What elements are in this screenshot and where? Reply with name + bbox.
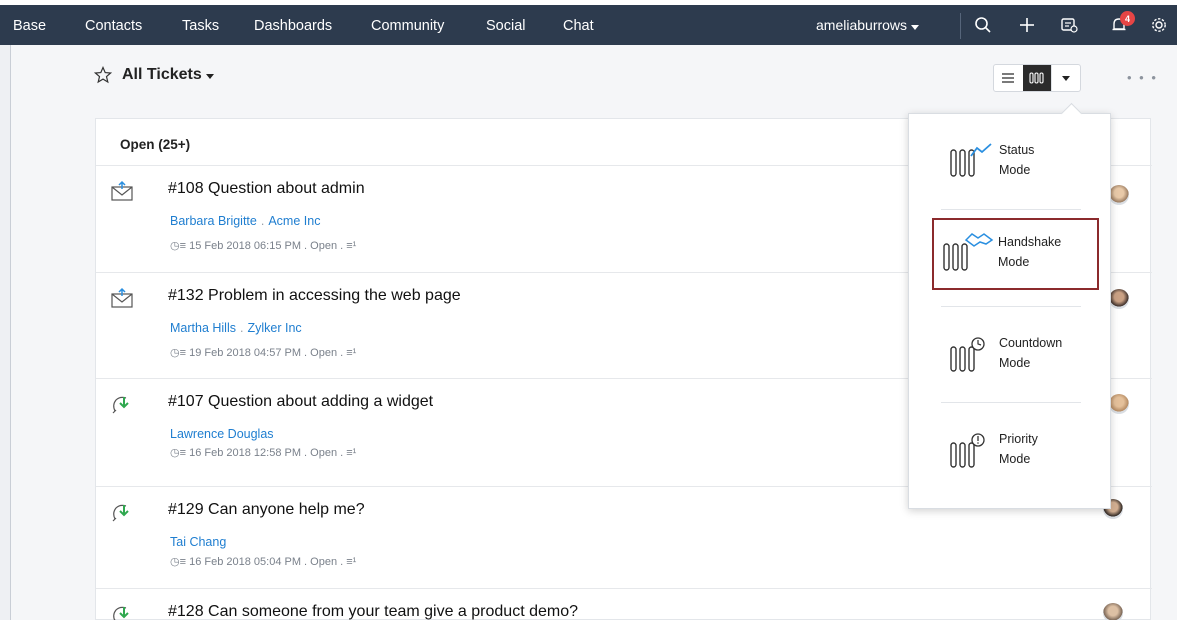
view-selector[interactable]: All Tickets — [122, 66, 214, 84]
chevron-down-icon — [1062, 75, 1071, 81]
divider — [941, 209, 1081, 210]
contact-name[interactable]: Barbara Brigitte — [170, 214, 257, 228]
nav-chat[interactable]: Chat — [563, 18, 594, 34]
countdown-mode-option[interactable]: Countdown Mode — [941, 329, 1086, 385]
notification-badge: 4 — [1120, 11, 1135, 26]
ticket-meta-text: 16 Feb 2018 05:04 PM . Open . — [189, 556, 344, 568]
handshake-mode-option[interactable]: Handshake Mode — [932, 218, 1099, 290]
star-icon[interactable] — [94, 66, 112, 84]
email-channel-icon — [111, 287, 133, 308]
priority-mode-label: Priority Mode — [999, 432, 1038, 466]
divider — [941, 402, 1081, 403]
status-mode-icon — [950, 143, 992, 177]
chevron-down-icon — [911, 25, 920, 30]
user-name: ameliaburrows — [816, 17, 908, 33]
chevron-down-icon — [205, 74, 214, 79]
thread-count-icon: ≡¹ — [343, 556, 357, 568]
ticket-meta: ◷≡ 15 Feb 2018 06:15 PM . Open . ≡¹ — [170, 239, 356, 252]
compose-icon[interactable] — [1058, 14, 1080, 36]
ticket-meta-text: 15 Feb 2018 06:15 PM . Open . — [189, 240, 344, 252]
handshake-mode-icon — [943, 233, 994, 271]
clock-icon: ◷≡ — [170, 447, 190, 459]
plus-icon[interactable] — [1016, 14, 1038, 36]
status-mode-option[interactable]: Status Mode — [941, 136, 1086, 192]
nav-community[interactable]: Community — [371, 18, 444, 34]
nav-base[interactable]: Base — [13, 18, 46, 34]
nav-tasks[interactable]: Tasks — [182, 18, 219, 34]
search-icon[interactable] — [972, 14, 994, 36]
ticket-meta-text: 19 Feb 2018 04:57 PM . Open . — [189, 347, 344, 359]
list-view-button[interactable] — [994, 65, 1023, 91]
divider — [941, 306, 1081, 307]
more-options-button[interactable]: • • • — [1127, 70, 1158, 85]
contact-name[interactable]: Tai Chang — [170, 535, 226, 549]
top-nav-bar: Base Contacts Tasks Dashboards Community… — [0, 0, 1177, 45]
handshake-mode-label: Handshake Mode — [998, 235, 1062, 269]
email-channel-icon — [111, 180, 133, 201]
ticket-contacts: Lawrence Douglas — [170, 427, 274, 441]
forum-channel-icon — [113, 606, 129, 620]
ticket-meta-text: 16 Feb 2018 12:58 PM . Open . — [189, 447, 344, 459]
group-title: Open (25+) — [120, 137, 191, 152]
page-title: All Tickets — [122, 66, 202, 83]
mode-icon — [1029, 72, 1044, 84]
countdown-mode-icon — [950, 337, 985, 372]
clock-icon: ◷≡ — [170, 556, 190, 568]
view-mode-toggle — [993, 64, 1081, 92]
contact-name[interactable]: Lawrence Douglas — [170, 427, 274, 441]
forum-channel-icon — [112, 504, 129, 522]
avatar[interactable] — [1103, 603, 1123, 620]
ticket-meta: ◷≡ 19 Feb 2018 04:57 PM . Open . ≡¹ — [170, 346, 356, 359]
clock-icon: ◷≡ — [170, 240, 190, 252]
countdown-mode-label: Countdown Mode — [999, 336, 1063, 370]
avatar[interactable] — [1109, 185, 1129, 205]
mode-view-button[interactable] — [1022, 65, 1052, 91]
clock-icon: ◷≡ — [170, 347, 190, 359]
ticket-subject[interactable]: #132 Problem in accessing the web page — [168, 287, 461, 305]
ticket-contacts: Tai Chang — [170, 535, 226, 549]
ticket-contacts: Martha Hills. Zylker Inc — [170, 321, 302, 335]
thread-count-icon: ≡¹ — [343, 447, 357, 459]
contact-name[interactable]: Martha Hills — [170, 321, 236, 335]
nav-social[interactable]: Social — [486, 18, 526, 34]
user-menu[interactable]: ameliaburrows — [816, 17, 920, 33]
ticket-subject[interactable]: #128 Can someone from your team give a p… — [168, 603, 578, 620]
account-name[interactable]: Acme Inc — [268, 214, 320, 228]
status-mode-label: Status Mode — [999, 143, 1035, 177]
table-row[interactable]: #128 Can someone from your team give a p… — [96, 588, 1152, 620]
account-name[interactable]: Zylker Inc — [247, 321, 301, 335]
ticket-meta: ◷≡ 16 Feb 2018 12:58 PM . Open . ≡¹ — [170, 446, 356, 459]
thread-count-icon: ≡¹ — [343, 347, 357, 359]
gear-icon[interactable] — [1148, 14, 1170, 36]
ticket-contacts: Barbara Brigitte. Acme Inc — [170, 214, 321, 228]
mode-dropdown-button[interactable] — [1051, 65, 1080, 91]
forum-channel-icon — [112, 396, 129, 414]
nav-contacts[interactable]: Contacts — [85, 18, 142, 34]
list-icon — [1002, 73, 1015, 83]
view-header: All Tickets — [94, 66, 214, 84]
priority-mode-option[interactable]: Priority Mode — [941, 425, 1086, 481]
divider — [960, 13, 961, 39]
priority-mode-icon — [950, 433, 985, 468]
avatar[interactable] — [1109, 289, 1129, 309]
view-mode-menu: Status Mode Handshake Mode Countdown Mode — [908, 113, 1111, 509]
ticket-subject[interactable]: #108 Question about admin — [168, 180, 365, 198]
nav-dashboards[interactable]: Dashboards — [254, 18, 332, 34]
ticket-meta: ◷≡ 16 Feb 2018 05:04 PM . Open . ≡¹ — [170, 555, 356, 568]
avatar[interactable] — [1109, 394, 1129, 414]
ticket-subject[interactable]: #107 Question about adding a widget — [168, 393, 433, 411]
thread-count-icon: ≡¹ — [343, 240, 357, 252]
ticket-subject[interactable]: #129 Can anyone help me? — [168, 501, 365, 519]
